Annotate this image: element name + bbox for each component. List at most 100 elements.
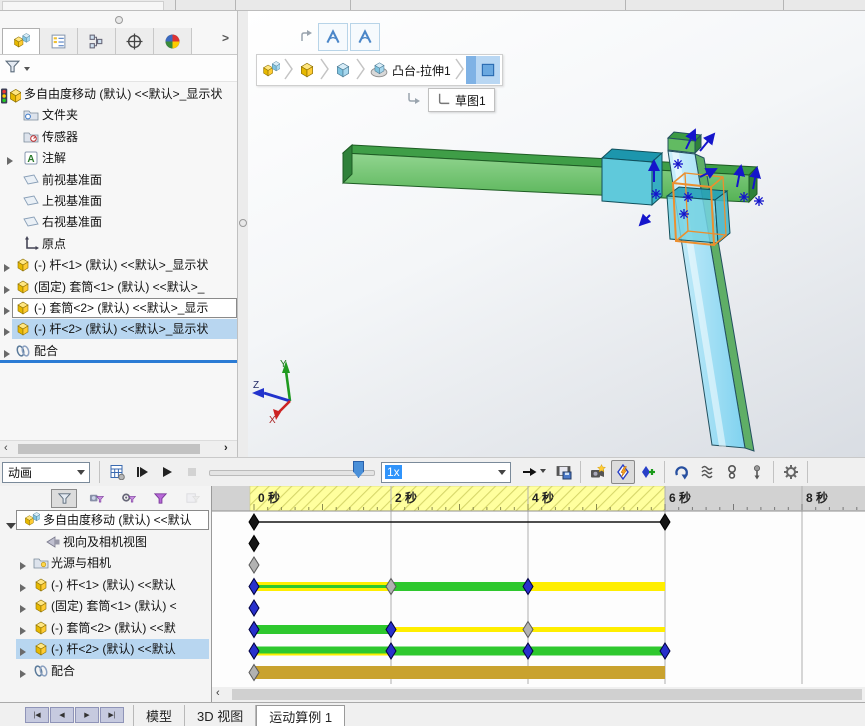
breadcrumb-segment-feature[interactable]: 凸台-拉伸1 — [367, 56, 454, 84]
timeline-key[interactable] — [386, 622, 396, 638]
autokey-button[interactable] — [611, 460, 635, 484]
tree-item[interactable]: 右视基准面 — [0, 212, 237, 233]
expander-icon[interactable] — [20, 645, 26, 659]
timeline-key[interactable] — [386, 643, 396, 659]
expander-icon[interactable] — [4, 347, 10, 361]
timeline-bar[interactable] — [391, 582, 528, 591]
timeline-key[interactable] — [249, 514, 259, 530]
motor-button[interactable] — [670, 460, 694, 484]
breadcrumb-segment[interactable] — [331, 56, 355, 84]
timeline-tree-item[interactable]: 配合 — [0, 661, 211, 682]
expander-icon[interactable] — [4, 283, 10, 297]
rollback-bar[interactable] — [0, 360, 237, 363]
gravity-button[interactable] — [745, 460, 769, 484]
tab-nav-prev[interactable]: ◀ — [50, 707, 74, 723]
context-mate-button-1[interactable] — [318, 23, 348, 51]
expander-icon[interactable] — [6, 518, 16, 532]
document-tab-1[interactable]: 模型 — [134, 705, 185, 726]
timeline-tree-item[interactable]: 多自由度移动 (默认) <<默认 — [0, 510, 211, 531]
funnel-icon[interactable] — [4, 58, 21, 78]
tree-item[interactable]: 多自由度移动 (默认) <<默认>_显示状 — [0, 84, 237, 105]
timeline-scroll-track[interactable] — [232, 689, 862, 700]
filter-all[interactable] — [51, 489, 77, 508]
timeline-bar[interactable] — [254, 666, 665, 679]
expander-icon[interactable] — [20, 602, 26, 616]
panel-splitter-handle[interactable] — [115, 16, 123, 24]
playback-mode-button[interactable] — [517, 460, 541, 484]
stop-button[interactable] — [180, 460, 204, 484]
tree-item[interactable]: 前视基准面 — [0, 170, 237, 191]
timeline-key[interactable] — [249, 643, 259, 659]
tree-item[interactable]: 文件夹 — [0, 105, 237, 126]
timeline-bar[interactable] — [254, 625, 391, 634]
timeline-key[interactable] — [249, 579, 259, 595]
filter-selected[interactable] — [147, 489, 173, 508]
timeline-key[interactable] — [386, 579, 396, 595]
fm-tab-dimxpertmanager[interactable] — [116, 28, 154, 54]
mode-dropdown-caret[interactable] — [540, 469, 546, 476]
contact-button[interactable] — [720, 460, 744, 484]
spring-button[interactable] — [695, 460, 719, 484]
tree-item[interactable]: A注解 — [0, 148, 237, 169]
fm-tab-featuremanager[interactable] — [2, 28, 40, 54]
combo-caret[interactable] — [498, 470, 506, 479]
timeline-key[interactable] — [249, 536, 259, 552]
timeline-bar[interactable] — [528, 582, 665, 591]
motion-study-properties-button[interactable] — [779, 460, 803, 484]
tree-hscrollbar[interactable]: ‹ › — [0, 440, 237, 457]
tree-item[interactable]: 传感器 — [0, 127, 237, 148]
expander-icon[interactable] — [4, 261, 10, 275]
breadcrumb-segment[interactable] — [466, 56, 500, 84]
context-mate-button-2[interactable] — [350, 23, 380, 51]
tree-item[interactable]: (-) 杆<2> (默认) <<默认>_显示状 — [0, 319, 237, 340]
play-from-start-button[interactable] — [130, 460, 154, 484]
timeline-key[interactable] — [523, 643, 533, 659]
slider-track[interactable] — [209, 470, 375, 476]
timeline-key[interactable] — [660, 514, 670, 530]
animation-duration-region[interactable] — [250, 486, 665, 511]
expander-icon[interactable] — [20, 559, 26, 573]
scroll-left-arrow[interactable]: ‹ — [4, 442, 8, 454]
timeline-tree-item[interactable]: (-) 套筒<2> (默认) <<默 — [0, 618, 211, 639]
sketch1-button[interactable]: 草图1 — [428, 88, 495, 112]
expander-icon[interactable] — [4, 325, 10, 339]
tree-item[interactable]: 配合 — [0, 341, 237, 362]
tab-nav-next[interactable]: ▶ — [75, 707, 99, 723]
filter-driving[interactable] — [115, 489, 141, 508]
expander-icon[interactable] — [7, 154, 13, 168]
tree-item[interactable]: (-) 杆<1> (默认) <<默认>_显示状 — [0, 255, 237, 276]
timeline-tree-item[interactable]: (-) 杆<2> (默认) <<默认 — [0, 639, 211, 660]
timeline-tree-item[interactable]: (固定) 套筒<1> (默认) < — [0, 596, 211, 617]
document-tab-3[interactable]: 运动算例 1 — [256, 705, 345, 726]
animation-wizard-button[interactable] — [586, 460, 610, 484]
graphics-viewport[interactable]: 凸台-拉伸1 草图1 Y Z X — [248, 11, 865, 457]
fm-tab-configurationmanager[interactable] — [78, 28, 116, 54]
fm-tab-propertymanager[interactable] — [40, 28, 78, 54]
timeline-key[interactable] — [249, 557, 259, 573]
timeline-key[interactable] — [249, 600, 259, 616]
timeline-tree-item[interactable]: 光源与相机 — [0, 553, 211, 574]
fm-tab-displaymanager[interactable] — [154, 28, 192, 54]
play-button[interactable] — [155, 460, 179, 484]
tree-item[interactable]: (-) 套筒<2> (默认) <<默认>_显示 — [0, 298, 237, 319]
study-type-select[interactable]: 动画 — [2, 462, 90, 483]
timeline-pane[interactable]: 0 秒2 秒4 秒6 秒8 秒 — [212, 486, 865, 687]
scroll-right-arrow[interactable]: › — [224, 442, 228, 454]
timeline-key[interactable] — [523, 579, 533, 595]
timeline-tree-item[interactable]: (-) 杆<1> (默认) <<默认 — [0, 575, 211, 596]
timeline-key[interactable] — [660, 643, 670, 659]
expander-icon[interactable] — [20, 667, 26, 681]
tree-item[interactable]: (固定) 套筒<1> (默认) <<默认>_ — [0, 277, 237, 298]
tab-overflow-chevron[interactable]: > — [222, 31, 229, 45]
tab-nav-first[interactable]: |◀ — [25, 707, 49, 723]
filter-dropdown-caret[interactable] — [24, 67, 30, 74]
filter-animated[interactable] — [83, 489, 109, 508]
scroll-thumb[interactable] — [18, 444, 200, 454]
add-key-button[interactable] — [636, 460, 660, 484]
breadcrumb-segment[interactable] — [259, 56, 283, 84]
filter-results[interactable] — [179, 489, 205, 508]
tree-item[interactable]: 原点 — [0, 234, 237, 255]
tree-item[interactable]: 上视基准面 — [0, 191, 237, 212]
timeline-key[interactable] — [249, 622, 259, 638]
expander-icon[interactable] — [20, 624, 26, 638]
